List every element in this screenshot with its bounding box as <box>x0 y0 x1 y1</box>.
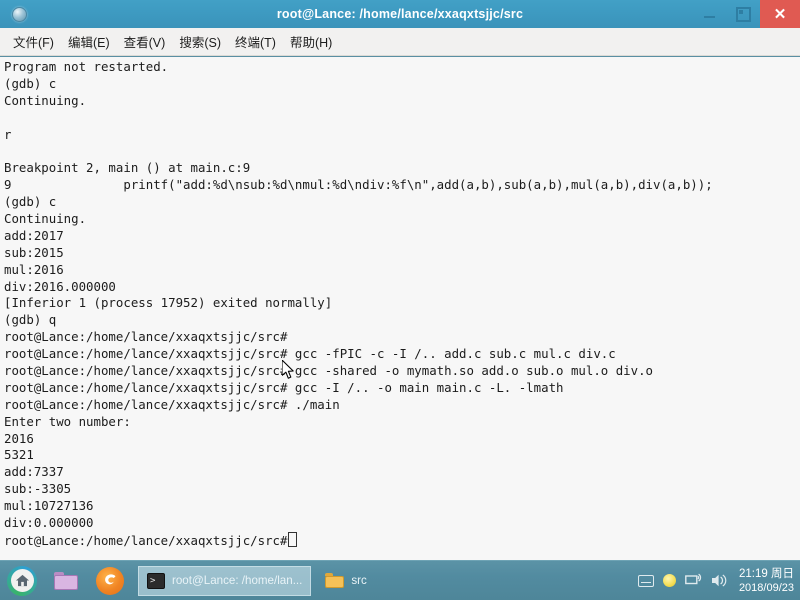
maximize-button[interactable] <box>726 0 760 28</box>
firefox-icon <box>96 566 124 595</box>
taskbar: root@Lance: /home/lan... src <box>0 560 800 600</box>
file-manager-launcher[interactable] <box>44 561 88 600</box>
terminal-line: Continuing. <box>4 92 87 108</box>
terminal-line: mul:2016 <box>4 261 64 277</box>
terminal-line: root@Lance:/home/lance/xxaqxtsjjc/src# g… <box>4 346 616 362</box>
firefox-launcher[interactable] <box>88 561 132 600</box>
clock-time: 21:19 周日 <box>739 567 794 580</box>
firefox-glyph-icon <box>105 573 116 584</box>
terminal-line: div:2016.000000 <box>4 278 116 294</box>
terminal-line: (gdb) q <box>4 312 57 328</box>
clock[interactable]: 21:19 周日 2018/09/23 <box>737 567 794 595</box>
house-glyph-icon <box>15 574 29 587</box>
menubar: 文件(F) 编辑(E) 查看(V) 搜索(S) 终端(T) 帮助(H) <box>0 28 800 56</box>
terminal-cursor <box>288 531 298 547</box>
terminal-line: 5321 <box>4 447 34 463</box>
terminal-line: [Inferior 1 (process 17952) exited norma… <box>4 295 333 311</box>
close-button[interactable]: ✕ <box>760 0 800 28</box>
window-title: root@Lance: /home/lance/xxaqxtsjjc/src <box>276 7 524 21</box>
terminal-line: div:0.000000 <box>4 515 94 531</box>
terminal-line: 2016 <box>4 430 34 446</box>
keyboard-layout-icon[interactable] <box>637 574 654 587</box>
volume-glyph-icon <box>711 574 727 587</box>
window-titlebar[interactable]: root@Lance: /home/lance/xxaqxtsjjc/src ✕ <box>0 0 800 28</box>
taskbar-window-src-label: src <box>351 574 367 587</box>
terminal-line: add:7337 <box>4 464 64 480</box>
menu-file[interactable]: 文件(F) <box>6 29 61 54</box>
folder-icon <box>325 573 345 588</box>
network-glyph-icon <box>685 573 701 585</box>
terminal-line: root@Lance:/home/lance/xxaqxtsjjc/src# g… <box>4 363 654 379</box>
desktop: root@Lance: /home/lance/xxaqxtsjjc/src ✕… <box>0 0 800 600</box>
volume-icon[interactable] <box>711 573 728 588</box>
clock-date: 2018/09/23 <box>738 581 794 594</box>
terminal-prompt: root@Lance:/home/lance/xxaqxtsjjc/src# <box>4 532 288 548</box>
terminal-circle-icon <box>6 1 32 27</box>
terminal-line: r <box>4 126 12 142</box>
terminal-view[interactable]: Program not restarted. (gdb) c Continuing.… <box>0 57 800 560</box>
terminal-line: root@Lance:/home/lance/xxaqxtsjjc/src# .… <box>4 396 340 412</box>
menu-search[interactable]: 搜索(S) <box>172 29 228 54</box>
taskbar-window-src[interactable]: src <box>317 566 374 596</box>
menu-view[interactable]: 查看(V) <box>117 29 173 54</box>
minimize-button[interactable] <box>692 0 726 28</box>
terminal-line: Breakpoint 2, main () at main.c:9 <box>4 160 251 176</box>
terminal-line: (gdb) c <box>4 194 57 210</box>
terminal-line: sub:2015 <box>4 244 64 260</box>
taskbar-window-terminal-label: root@Lance: /home/lan... <box>172 574 303 587</box>
terminal-line: mul:10727136 <box>4 498 94 514</box>
minimize-icon <box>703 16 715 18</box>
taskbar-window-terminal[interactable]: root@Lance: /home/lan... <box>138 565 312 596</box>
terminal-line: root@Lance:/home/lance/xxaqxtsjjc/src# g… <box>4 379 564 395</box>
terminal-line: Program not restarted. <box>4 59 169 74</box>
home-menu-button[interactable] <box>0 561 44 600</box>
home-icon <box>7 565 37 596</box>
terminal-line: add:2017 <box>4 227 64 243</box>
terminal-line: Continuing. <box>4 211 87 227</box>
terminal-line: 9 printf("add:%d\nsub:%d\nmul:%d\ndiv:%f… <box>4 177 713 193</box>
menu-edit[interactable]: 编辑(E) <box>61 29 117 54</box>
maximize-icon <box>735 6 751 22</box>
network-icon[interactable] <box>685 573 702 588</box>
taskbar-window-list: root@Lance: /home/lan... src <box>132 565 638 597</box>
system-tray: 21:19 周日 2018/09/23 <box>637 561 800 600</box>
terminal-line: root@Lance:/home/lance/xxaqxtsjjc/src# <box>4 329 288 345</box>
terminal-prompt-line: root@Lance:/home/lance/xxaqxtsjjc/src# <box>4 531 800 549</box>
window-controls: ✕ <box>692 0 800 28</box>
menu-help[interactable]: 帮助(H) <box>283 29 339 54</box>
folder-icon <box>54 571 78 590</box>
terminal-line: sub:-3305 <box>4 481 72 497</box>
menu-terminal[interactable]: 终端(T) <box>228 29 283 54</box>
terminal-line: Enter two number: <box>4 413 131 429</box>
terminal-icon <box>147 572 165 589</box>
terminal-output: Program not restarted. (gdb) c Continuing.… <box>0 57 800 549</box>
terminal-line: (gdb) c <box>4 75 57 91</box>
close-icon: ✕ <box>773 5 787 23</box>
brightness-icon[interactable] <box>662 574 676 587</box>
